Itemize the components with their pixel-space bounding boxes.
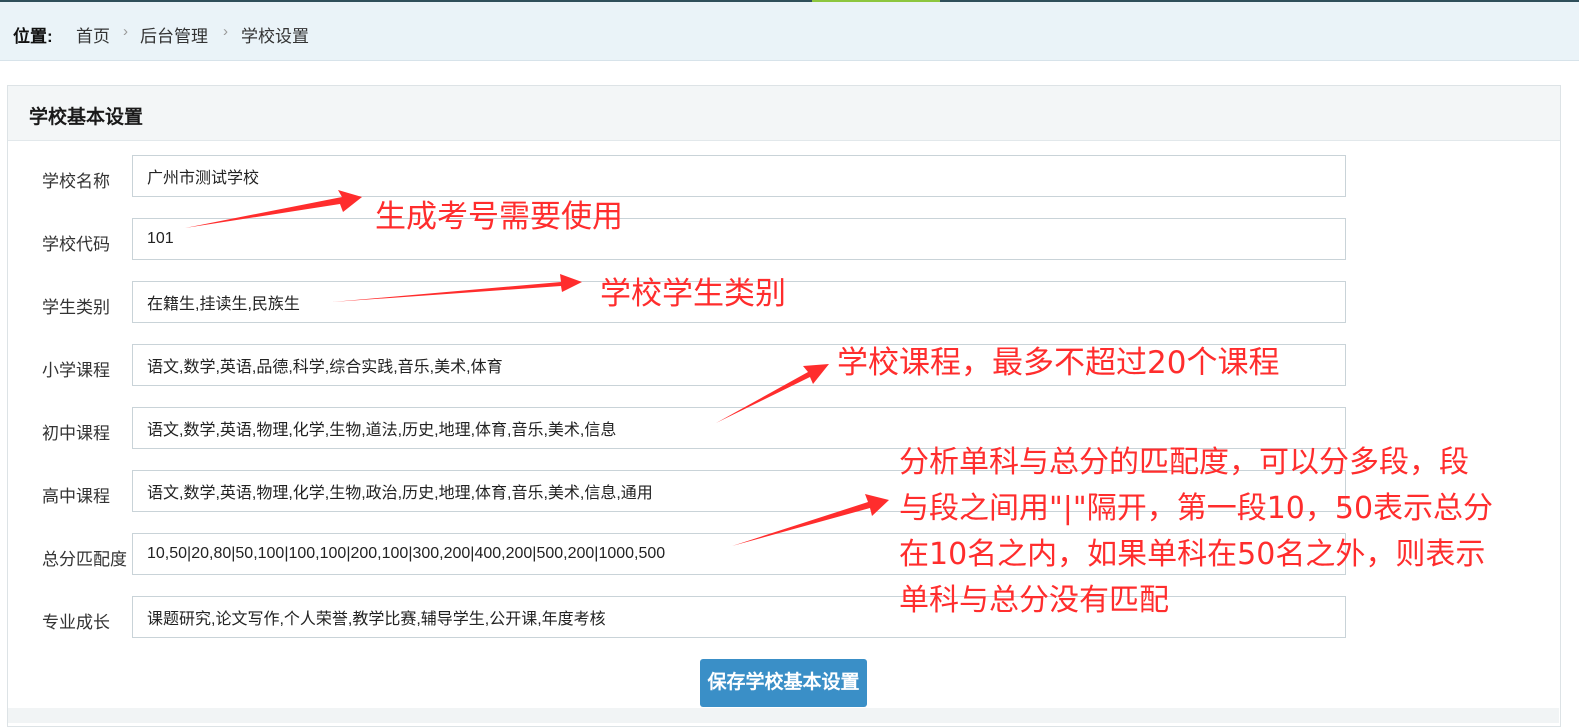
breadcrumb: 位置: 首页 › 后台管理 › 学校设置 [0, 2, 1579, 61]
bottom-strip [8, 708, 1559, 723]
senior-courses-label: 高中课程 [42, 487, 110, 506]
professional-growth-label: 专业成长 [42, 613, 110, 632]
match-annotation-line: 分析单科与总分的匹配度，可以分多段，段 [899, 445, 1469, 480]
score-match-label: 总分匹配度 [42, 550, 127, 569]
breadcrumb-admin-link[interactable]: 后台管理 [140, 22, 208, 47]
match-annotation-line: 在10名之内，如果单科在50名之外，则表示 [899, 537, 1486, 572]
breadcrumb-home-link[interactable]: 首页 [76, 22, 110, 47]
primary-courses-label: 小学课程 [42, 361, 110, 380]
match-annotation-line: 单科与总分没有匹配 [899, 583, 1169, 618]
match-annotation: 分析单科与总分的匹配度，可以分多段，段 与段之间用"|"隔开，第一段10，50表… [899, 440, 1539, 624]
panel-header: 学校基本设置 [8, 86, 1560, 141]
school-name-input[interactable] [132, 155, 1346, 197]
school-code-input[interactable] [132, 218, 1346, 260]
school-name-label: 学校名称 [42, 172, 110, 191]
save-settings-button[interactable]: 保存学校基本设置 [700, 659, 867, 707]
breadcrumb-chevron-icon: › [223, 23, 228, 40]
category-annotation: 学校学生类别 [600, 276, 786, 312]
breadcrumb-current: 学校设置 [241, 27, 309, 46]
panel-title: 学校基本设置 [29, 107, 144, 128]
student-category-label: 学生类别 [42, 298, 110, 317]
match-annotation-line: 与段之间用"|"隔开，第一段10，50表示总分 [899, 491, 1494, 526]
course-annotation: 学校课程，最多不超过20个课程 [837, 345, 1280, 381]
code-annotation: 生成考号需要使用 [375, 199, 623, 235]
breadcrumb-chevron-icon: › [123, 23, 128, 40]
school-code-label: 学校代码 [42, 235, 110, 254]
breadcrumb-label: 位置: [13, 27, 53, 46]
junior-courses-label: 初中课程 [42, 424, 110, 443]
